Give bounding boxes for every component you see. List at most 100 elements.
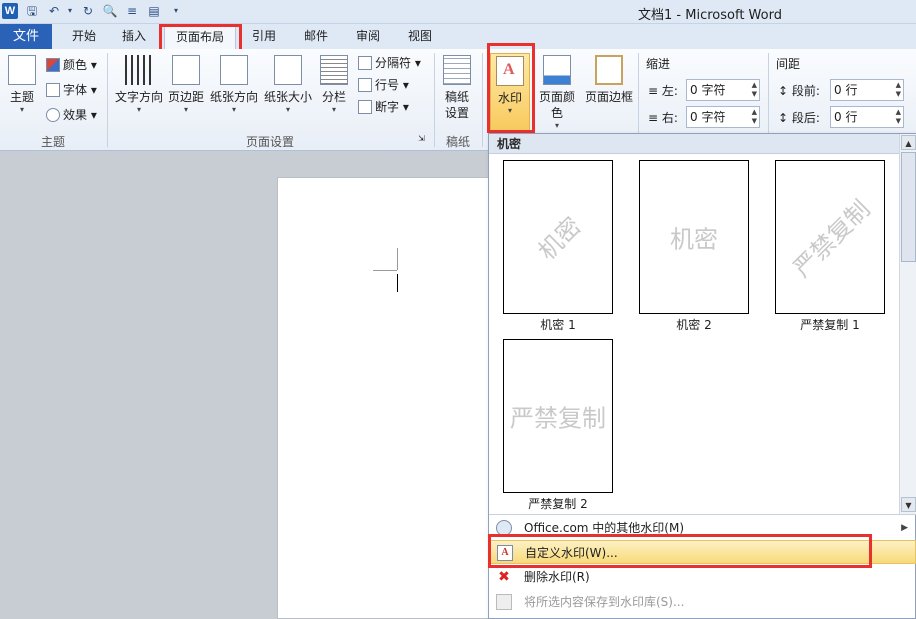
tab-references[interactable]: 引用 [242,24,286,49]
tab-file[interactable]: 文件 [0,24,52,49]
gallery-scrollbar[interactable]: ▲ ▼ [899,134,916,514]
manuscript-settings-button[interactable]: 稿纸 设置 [440,53,474,129]
watermark-option-do-not-copy-2[interactable]: 严禁复制 严禁复制 2 [503,339,613,515]
chevron-down-icon: ▾ [183,105,188,114]
margins-label: 页边距 [167,90,204,104]
hyphenation-label: 断字 [375,100,400,114]
group-divider [434,53,435,147]
undo-dropdown-icon[interactable]: ▾ [62,3,78,19]
tab-mailings[interactable]: 邮件 [294,24,338,49]
theme-colors-label: 颜色 [63,58,88,72]
spacing-after-text: 段后: [791,111,820,125]
spacing-after-spinner[interactable]: ▲ ▼ [896,108,901,126]
hyphenation-button[interactable]: 断字 ▾ [358,97,409,117]
margin-corner-mark [397,248,398,270]
text-direction-button[interactable]: 文字方向 ▾ [112,53,166,129]
text-cursor [397,274,398,292]
indent-right-spinner[interactable]: ▲ ▼ [752,108,757,126]
margins-button[interactable]: 页边距 ▾ [166,53,206,129]
line-numbers-icon [358,78,372,92]
themes-label: 主题 [9,90,34,104]
indent-right-label: ≡ 右: [648,109,678,126]
spacing-before-spinner[interactable]: ▲ ▼ [896,81,901,99]
watermark-preview: 严禁复制 [503,339,613,493]
align-icon[interactable]: ≡ [124,3,140,19]
page-setup-dialog-launcher-icon[interactable]: ⇲ [418,133,425,145]
spacing-after-field[interactable]: 0 行 ▲ ▼ [830,106,904,128]
watermark-preview: 机密 [503,160,613,314]
manuscript-label-line1: 稿纸 [444,90,469,104]
manuscript-label-line2: 设置 [444,106,469,120]
scroll-thumb[interactable] [901,152,916,262]
orientation-label: 纸张方向 [209,90,258,104]
indent-right-field[interactable]: 0 字符 ▲ ▼ [686,106,760,128]
manuscript-group-label: 稿纸 [445,135,470,149]
theme-effects-button[interactable]: 效果 ▾ [46,105,97,125]
hyphenation-icon [358,100,372,114]
spacing-after-icon: ↕ [778,111,789,125]
manuscript-icon [443,55,471,85]
indent-left-spinner[interactable]: ▲ ▼ [752,81,757,99]
watermark-option-do-not-copy-1[interactable]: 严禁复制 严禁复制 1 [775,160,885,336]
chevron-down-icon: ▾ [136,105,141,114]
tab-view[interactable]: 视图 [398,24,442,49]
scroll-down-icon[interactable]: ▼ [901,497,916,512]
breaks-button[interactable]: 分隔符 ▾ [358,53,421,73]
print-preview-icon[interactable]: 🔍 [102,3,118,19]
spacing-before-field[interactable]: 0 行 ▲ ▼ [830,79,904,101]
save-selection-to-gallery-menu-item: 将所选内容保存到水印库(S)... [489,590,916,614]
comment-icon[interactable]: ▤ [146,3,162,19]
breaks-icon [358,56,372,70]
line-numbers-label: 行号 [375,78,400,92]
more-watermarks-label: Office.com 中的其他水印(M) [524,521,685,535]
margins-icon [172,55,200,85]
orientation-button[interactable]: 纸张方向 ▾ [208,53,260,129]
columns-button[interactable]: 分栏 ▾ [318,53,350,129]
tab-review[interactable]: 审阅 [346,24,390,49]
watermark-preview: 严禁复制 [775,160,885,314]
theme-group-label: 主题 [40,135,65,149]
remove-watermark-menu-item[interactable]: ✖ 删除水印(R) [489,565,916,589]
redo-icon[interactable]: ↻ [80,3,96,19]
paper-size-button[interactable]: 纸张大小 ▾ [262,53,314,129]
word-app-icon[interactable]: W [2,3,18,19]
theme-colors-button[interactable]: 颜色 ▾ [46,55,97,75]
themes-button[interactable]: 主题 ▾ [4,53,40,129]
chevron-down-icon: ▾ [554,121,559,130]
spacing-before-icon: ↕ [778,84,789,98]
tab-insert[interactable]: 插入 [112,24,156,49]
watermark-preview: 机密 [639,160,749,314]
colors-icon [46,58,60,72]
tab-home[interactable]: 开始 [62,24,106,49]
spacing-title: 间距 [776,57,801,71]
watermark-option-confidential-2[interactable]: 机密 机密 2 [639,160,749,336]
fonts-icon [46,83,60,97]
watermark-caption: 严禁复制 2 [528,497,588,511]
paper-size-icon [274,55,302,85]
undo-icon[interactable]: ↶ [46,3,62,19]
columns-label: 分栏 [321,90,346,104]
group-divider [107,53,108,147]
indent-right-value: 0 字符 [690,110,726,124]
theme-effects-label: 效果 [63,108,88,122]
page-color-icon [543,55,571,85]
watermark-option-confidential-1[interactable]: 机密 机密 1 [503,160,613,336]
save-icon[interactable]: 🖫 [24,3,40,19]
watermark-caption: 严禁复制 1 [800,318,860,332]
scroll-up-icon[interactable]: ▲ [901,135,916,150]
customize-toolbar-icon[interactable]: ▾ [168,3,184,19]
indent-title: 缩进 [646,57,671,71]
page-borders-button[interactable]: 页面边框 [584,53,634,129]
custom-watermark-highlight [488,534,872,568]
indent-left-label: ≡ 左: [648,82,678,99]
submenu-arrow-icon: ▶ [901,523,908,533]
page-setup-group-label: 页面设置 [245,135,294,149]
page-color-button[interactable]: 页面颜色 ▾ [534,53,580,130]
group-divider [482,53,483,147]
line-numbers-button[interactable]: 行号 ▾ [358,75,409,95]
indent-right-text: 右: [661,111,678,125]
indent-left-icon: ≡ [648,84,659,98]
indent-left-field[interactable]: 0 字符 ▲ ▼ [686,79,760,101]
watermark-caption: 机密 1 [540,318,576,332]
theme-fonts-button[interactable]: 字体 ▾ [46,80,97,100]
